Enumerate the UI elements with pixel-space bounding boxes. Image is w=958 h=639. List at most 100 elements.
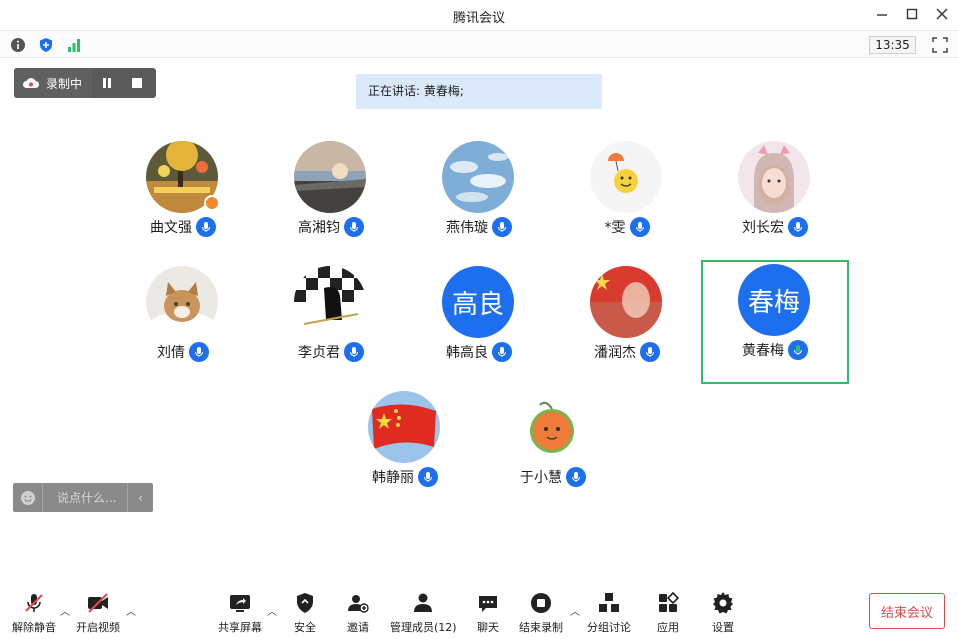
maximize-button[interactable] [904,6,920,22]
participant-name-row: 燕伟璇 [405,217,553,237]
mic-icon [566,467,586,487]
unmute-label: 解除静音 [12,621,56,634]
share-options-chevron-icon[interactable]: ︿ [267,603,277,618]
participant-name: 李贞君 [298,345,340,361]
settings-button[interactable]: 设置 [711,591,735,635]
members-icon [414,593,433,612]
recording-indicator: 录制中 [14,68,156,98]
participant-name: 刘长宏 [742,220,784,236]
close-button[interactable] [934,6,950,22]
status-row: 13:35 [0,30,958,58]
apps-grid-icon [659,591,680,612]
window-title: 腾讯会议 [452,11,505,26]
avatar [590,266,662,338]
stop-record-icon [531,593,551,613]
end-meeting-button[interactable]: 结束会议 [869,593,945,629]
apps-label: 应用 [657,621,679,634]
mic-icon [629,217,650,237]
stop-icon [132,78,143,88]
participant-name-row: 高湘钧 [257,217,405,237]
manage-members-label: 管理成员(12) [390,621,457,634]
unmute-button[interactable]: 解除静音 [12,591,56,635]
participant-name: 高湘钧 [298,220,340,236]
breakout-label: 分组讨论 [587,621,631,634]
avatar [516,391,588,463]
info-icon[interactable] [10,37,26,53]
avatar [294,266,366,338]
video-options-chevron-icon[interactable]: ︿ [126,603,136,618]
gear-icon [713,592,733,614]
chat-bubble-icon [479,596,497,612]
start-video-button[interactable]: 开启视频 [76,591,120,635]
participant-name: 燕伟璇 [446,220,488,236]
mic-icon [418,467,438,487]
signal-icon[interactable] [66,37,82,53]
avatar [738,141,810,213]
participant-name-row: 刘倩 [109,342,257,362]
settings-label: 设置 [712,621,734,634]
invite-label: 邀请 [347,621,369,634]
avatar [442,141,514,213]
participant-tile[interactable]: *雯 [553,137,701,261]
participant-tile[interactable]: 潘润杰 [553,262,701,386]
avatar: 高良 [442,266,514,338]
invite-user-icon [348,595,369,613]
host-badge [204,195,220,211]
share-screen-button[interactable]: 共享屏幕 [218,591,262,635]
participant-name: 刘倩 [157,345,185,361]
security-label: 安全 [294,621,316,634]
mic-icon [492,342,512,362]
video-off-icon [88,593,108,613]
participant-tile[interactable]: 高湘钧 [257,137,405,261]
shield-icon[interactable] [38,37,54,53]
share-screen-label: 共享屏幕 [218,621,262,634]
participant-name: 黄春梅 [742,343,784,359]
avatar [294,141,366,213]
security-shield-icon [297,593,313,613]
chat-placeholder[interactable]: 说点什么... [43,489,127,506]
fullscreen-icon[interactable] [932,37,948,53]
stop-recording-button[interactable]: 结束录制 [519,591,563,635]
mic-icon [344,342,364,362]
stop-recording-small-button[interactable] [122,68,152,98]
chat-button[interactable]: 聊天 [476,591,500,635]
participant-tile[interactable]: 刘倩 [109,262,257,386]
participant-name: 曲文强 [150,220,192,236]
participant-tile-active-speaker[interactable]: 春梅 黄春梅 [701,260,849,384]
pause-recording-button[interactable] [92,68,122,98]
invite-button[interactable]: 邀请 [346,591,370,635]
participant-name-row: *雯 [553,217,701,237]
participant-tile[interactable]: 韩静丽 [331,387,479,511]
participant-tile[interactable]: 高良 韩高良 [405,262,553,386]
cloud-record-icon [23,78,39,88]
breakout-icon [599,593,619,612]
bottom-toolbar: 解除静音 ︿ 开启视频 ︿ 共享屏幕 ︿ 安全 邀请 管理成员(12) 聊天 结… [0,585,958,639]
audio-options-chevron-icon[interactable]: ︿ [60,603,70,618]
participant-name: *雯 [604,220,626,236]
emoji-icon[interactable] [13,483,43,512]
security-button[interactable]: 安全 [293,591,317,635]
chat-quick-input[interactable]: 说点什么... ‹ [13,483,153,512]
recording-options-chevron-icon[interactable]: ︿ [570,603,580,618]
participant-name-row: 韩静丽 [331,467,479,487]
participant-tile[interactable]: 曲文强 [109,137,257,261]
recording-label: 录制中 [46,76,83,91]
breakout-rooms-button[interactable]: 分组讨论 [587,591,631,635]
participant-tile[interactable]: 李贞君 [257,262,405,386]
minimize-button[interactable] [874,6,890,22]
manage-members-button[interactable]: 管理成员(12) [390,591,457,635]
participant-tile[interactable]: 燕伟璇 [405,137,553,261]
participant-name-row: 李贞君 [257,342,405,362]
avatar [368,391,440,463]
participant-name-row: 于小慧 [479,467,627,487]
participant-name: 韩高良 [446,345,488,361]
participant-tile[interactable]: 于小慧 [479,387,627,511]
stop-recording-label: 结束录制 [519,621,563,634]
mic-icon [492,217,512,237]
chat-label: 聊天 [477,621,499,634]
apps-button[interactable]: 应用 [656,591,680,635]
participant-name: 于小慧 [520,470,562,486]
mic-icon [640,342,660,362]
collapse-chat-icon[interactable]: ‹ [127,483,153,512]
participant-tile[interactable]: 刘长宏 [701,137,849,261]
